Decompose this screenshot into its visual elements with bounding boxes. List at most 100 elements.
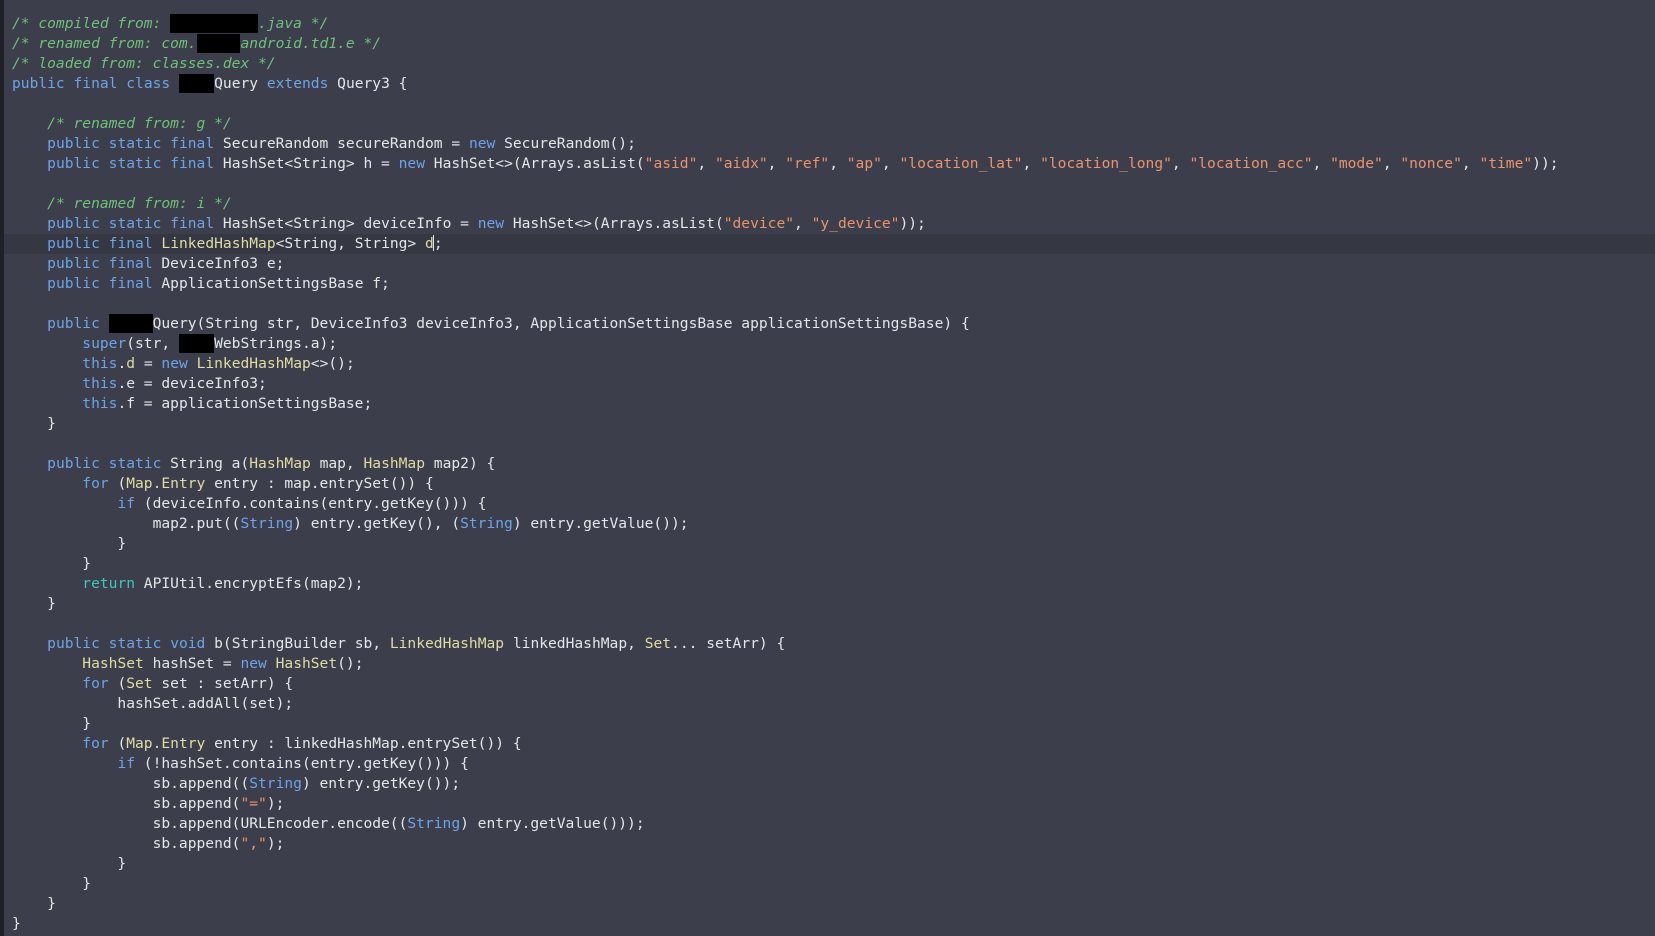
type-token: HashSet [275, 655, 338, 672]
code-line[interactable]: /* renamed from: com. android.td1.e */ [4, 34, 1655, 54]
code-line[interactable]: } [4, 554, 1655, 574]
code-line[interactable]: /* compiled from: .java */ [4, 14, 1655, 34]
code-text: )); [1532, 155, 1559, 172]
code-text: } [12, 415, 56, 432]
keyword-token: new [477, 215, 505, 232]
code-line[interactable] [4, 294, 1655, 314]
code-text: = [135, 355, 162, 372]
type-token: Set [126, 675, 153, 692]
keyword-token: public [47, 275, 100, 292]
code-line[interactable]: } [4, 534, 1655, 554]
code-line[interactable]: } [4, 714, 1655, 734]
code-line[interactable]: for (Map.Entry entry : map.entrySet()) { [4, 474, 1655, 494]
code-line[interactable]: HashSet hashSet = new HashSet(); [4, 654, 1655, 674]
code-line[interactable]: public static final HashSet<String> h = … [4, 154, 1655, 174]
code-line[interactable]: public Query(String str, DeviceInfo3 dev… [4, 314, 1655, 334]
code-text: hashSet.addAll(set); [12, 695, 294, 712]
code-line[interactable]: } [4, 854, 1655, 874]
type-token: Map.Entry [126, 735, 206, 752]
type-token: Map.Entry [126, 475, 206, 492]
code-line[interactable]: hashSet.addAll(set); [4, 694, 1655, 714]
code-line[interactable]: /* loaded from: classes.dex */ [4, 54, 1655, 74]
code-line[interactable]: for (Map.Entry entry : linkedHashMap.ent… [4, 734, 1655, 754]
code-line[interactable]: } [4, 894, 1655, 914]
code-line[interactable]: this.e = deviceInfo3; [4, 374, 1655, 394]
keyword-token: for [82, 475, 109, 492]
code-line[interactable]: public static void b(StringBuilder sb, L… [4, 634, 1655, 654]
string-token: "device" [723, 215, 795, 232]
code-line[interactable]: this.f = applicationSettingsBase; [4, 394, 1655, 414]
type-token: LinkedHashMap [389, 635, 505, 652]
code-text: APIUtil.encryptEfs(map2); [135, 575, 364, 592]
code-line[interactable]: sb.append((String) entry.getKey()); [4, 774, 1655, 794]
code-line-current[interactable]: public final LinkedHashMap<String, Strin… [4, 234, 1655, 254]
code-text: , [697, 155, 715, 172]
string-token: "y_device" [811, 215, 900, 232]
redaction-box [196, 34, 241, 53]
code-line[interactable]: public final class Query extends Query3 … [4, 74, 1655, 94]
code-text: .f = applicationSettingsBase; [117, 395, 373, 412]
code-line[interactable]: public static String a(HashMap map, Hash… [4, 454, 1655, 474]
code-text: ( [108, 675, 127, 692]
code-view[interactable]: /* compiled from: .java *//* renamed fro… [4, 14, 1655, 934]
code-line[interactable]: /* renamed from: i */ [4, 194, 1655, 214]
code-line[interactable]: } [4, 594, 1655, 614]
code-line[interactable]: sb.append("="); [4, 794, 1655, 814]
comment-token: .java */ [258, 15, 329, 32]
code-line[interactable]: for (Set set : setArr) { [4, 674, 1655, 694]
code-line[interactable] [4, 614, 1655, 634]
code-line[interactable]: map2.put((String) entry.getKey(), (Strin… [4, 514, 1655, 534]
code-text: HashSet<String> h = [214, 155, 399, 172]
code-line[interactable]: super(str, WebStrings.a); [4, 334, 1655, 354]
code-line[interactable] [4, 174, 1655, 194]
keyword-token: final [170, 135, 215, 152]
keyword-token: static [108, 155, 162, 172]
code-line[interactable]: public final ApplicationSettingsBase f; [4, 274, 1655, 294]
code-line[interactable]: public static final SecureRandom secureR… [4, 134, 1655, 154]
code-line[interactable]: public static final HashSet<String> devi… [4, 214, 1655, 234]
code-line[interactable]: /* renamed from: g */ [4, 114, 1655, 134]
keyword-token: final [108, 235, 153, 252]
code-text: } [12, 715, 92, 732]
code-line[interactable]: if (deviceInfo.contains(entry.getKey()))… [4, 494, 1655, 514]
code-text: } [12, 895, 56, 912]
code-text: sb.append(( [12, 775, 250, 792]
code-line[interactable]: } [4, 914, 1655, 934]
code-text: } [12, 595, 56, 612]
keyword-token: final [73, 75, 118, 92]
code-text: HashSet<String> deviceInfo = [214, 215, 478, 232]
control-keyword-token: return [82, 575, 136, 592]
code-line[interactable]: this.d = new LinkedHashMap<>(); [4, 354, 1655, 374]
code-text: , [1382, 155, 1401, 172]
code-line[interactable]: public final DeviceInfo3 e; [4, 254, 1655, 274]
code-line[interactable] [4, 434, 1655, 454]
code-text: , [794, 215, 812, 232]
code-line[interactable] [4, 94, 1655, 114]
code-line[interactable]: sb.append(","); [4, 834, 1655, 854]
keyword-token: public [47, 315, 100, 332]
code-line[interactable]: } [4, 874, 1655, 894]
keyword-token: if [117, 755, 136, 772]
code-line[interactable]: return APIUtil.encryptEfs(map2); [4, 574, 1655, 594]
code-editor[interactable]: /* compiled from: .java *//* renamed fro… [0, 0, 1655, 936]
code-text: Query(String str, DeviceInfo3 deviceInfo… [152, 315, 970, 332]
code-text: sb.append(URLEncoder.encode(( [12, 815, 408, 832]
code-text: (str, [126, 335, 179, 352]
keyword-token: extends [266, 75, 329, 92]
code-line[interactable]: if (!hashSet.contains(entry.getKey())) { [4, 754, 1655, 774]
code-line[interactable]: sb.append(URLEncoder.encode((String) ent… [4, 814, 1655, 834]
keyword-token: if [117, 495, 136, 512]
code-line[interactable]: } [4, 414, 1655, 434]
code-text: sb.append( [12, 835, 241, 852]
code-text: , [1312, 155, 1331, 172]
